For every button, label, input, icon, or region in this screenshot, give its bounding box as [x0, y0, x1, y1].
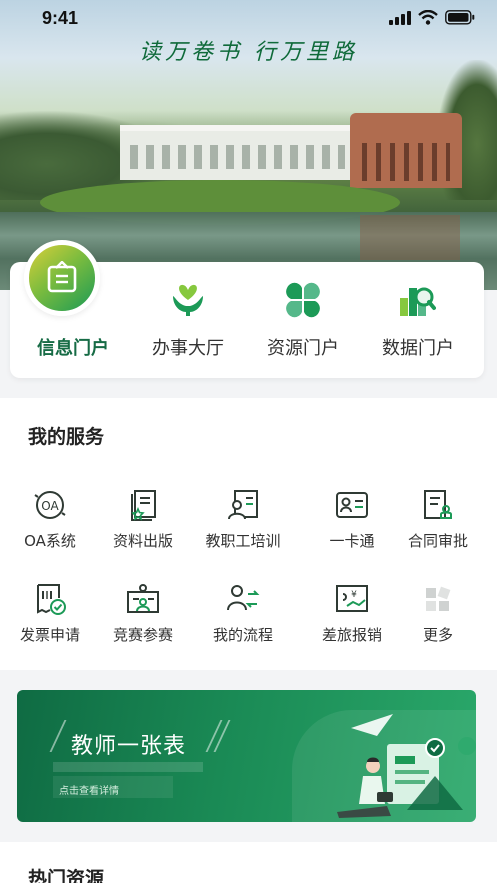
- contract-icon: [424, 490, 452, 519]
- hero-reflection: [360, 215, 460, 260]
- portal-resource-label: 资源门户: [267, 338, 339, 359]
- data-search-icon: [400, 287, 436, 316]
- id-card-icon: [336, 492, 368, 518]
- service-training-label: 教职工培训: [205, 532, 281, 550]
- hero-building: [120, 125, 355, 180]
- publish-icon: [131, 490, 156, 521]
- service-workflow-label: 我的流程: [212, 626, 273, 644]
- service-workflow[interactable]: 我的流程: [195, 582, 291, 645]
- service-contract-label: 合同审批: [407, 532, 468, 550]
- service-competition-label: 竞赛参赛: [112, 626, 173, 644]
- hero-tower: [350, 113, 462, 188]
- service-training[interactable]: 教职工培训: [195, 488, 291, 551]
- banner-title: 教师一张表: [71, 734, 187, 759]
- my-services-section: 我的服务 OA OA系统 资料出版 教职工培训 一卡通 合同审批 发票申请 竞赛…: [0, 398, 497, 670]
- hands-heart-icon: [173, 284, 203, 316]
- banner-slash: [49, 720, 67, 752]
- banner-area: 教师一张表 点击查看详情: [0, 670, 497, 842]
- invoice-icon: [37, 584, 66, 615]
- service-id-card-label: 一卡通: [329, 532, 375, 550]
- reimbursement-icon: ¥: [336, 585, 368, 612]
- hot-resources-title: 热门资源: [28, 868, 105, 883]
- portal-data-label: 数据门户: [382, 338, 454, 359]
- portal-data[interactable]: 数据门户: [358, 262, 478, 378]
- service-more[interactable]: 更多: [390, 582, 486, 645]
- portal-service-hall[interactable]: 办事大厅: [128, 262, 248, 378]
- teacher-form-banner[interactable]: 教师一张表 点击查看详情: [17, 690, 476, 822]
- oa-icon: OA: [34, 491, 66, 519]
- service-publish[interactable]: 资料出版: [95, 488, 191, 551]
- status-time: 9:41: [42, 8, 79, 28]
- service-id-card[interactable]: 一卡通: [304, 488, 400, 551]
- wifi-icon: [418, 10, 438, 25]
- service-invoice-label: 发票申请: [19, 626, 80, 644]
- portal-info-bubble[interactable]: [24, 240, 100, 316]
- training-icon: [228, 490, 258, 520]
- service-reimbursement[interactable]: ¥ 差旅报销: [304, 582, 400, 645]
- more-grid-icon: [426, 586, 451, 611]
- teacher-illustration-icon: [337, 714, 476, 818]
- service-oa-label: OA系统: [24, 532, 76, 550]
- banner-slash: [213, 720, 231, 752]
- svg-text:OA: OA: [41, 499, 59, 513]
- my-services-title: 我的服务: [28, 426, 105, 448]
- service-competition[interactable]: 竞赛参赛: [95, 582, 191, 645]
- banner-bar: [53, 762, 203, 772]
- clover-icon: [286, 282, 320, 318]
- signal-icon: [389, 10, 411, 25]
- clipboard-icon: [47, 261, 77, 293]
- service-more-label: 更多: [422, 626, 453, 644]
- portal-service-hall-label: 办事大厅: [152, 338, 224, 359]
- service-invoice[interactable]: 发票申请: [2, 582, 98, 645]
- banner-subtitle: 点击查看详情: [59, 786, 119, 797]
- competition-icon: [127, 584, 159, 613]
- workflow-icon: [227, 585, 260, 611]
- service-oa[interactable]: OA OA系统: [2, 488, 98, 551]
- status-bar: 9:41: [0, 0, 497, 40]
- battery-icon: [445, 10, 475, 25]
- service-reimbursement-label: 差旅报销: [321, 626, 382, 644]
- hot-resources-section: 热门资源: [0, 842, 497, 883]
- portal-resource[interactable]: 资源门户: [243, 262, 363, 378]
- portal-info-label: 信息门户: [37, 338, 109, 359]
- svg-text:¥: ¥: [351, 590, 357, 600]
- service-publish-label: 资料出版: [112, 532, 173, 550]
- service-contract[interactable]: 合同审批: [390, 488, 486, 551]
